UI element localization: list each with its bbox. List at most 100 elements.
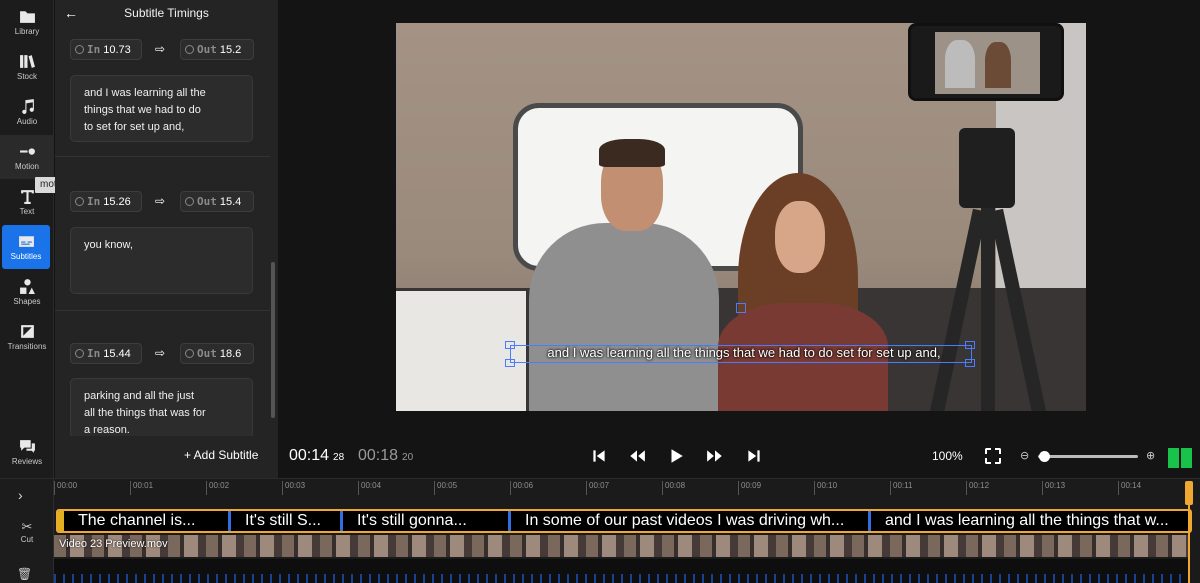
rail-item-audio[interactable]: Audio [0,90,54,134]
subtitle-track[interactable]: The channel is... It's still S... It's sti… [56,509,1192,533]
in-time-field[interactable]: In 15.44 [70,343,142,364]
rail-item-reviews[interactable]: Reviews [0,430,54,474]
ruler-tick: 00:07 [586,481,609,495]
transport-bar: 00:14 28 00:18 20 100% ⊖ ⊕ [278,436,1200,476]
subtitle-clip[interactable]: In some of our past videos I was driving… [508,511,868,531]
folder-icon [19,11,35,23]
subtitle-clip[interactable]: and I was learning all the things that w… [868,511,1190,531]
preview-counter [396,291,526,411]
clock-icon [185,349,194,358]
rail-item-label: Library [14,27,40,36]
trash-icon[interactable]: 🗑 [17,567,32,581]
current-timecode: 00:14 28 [289,447,344,465]
ruler-tick: 00:12 [966,481,989,495]
chat-bubbles-icon [19,440,35,453]
subtitle-text-field[interactable]: parking and all the just all the things … [70,378,253,436]
subtitle-clip[interactable]: It's still gonna... [340,511,508,531]
subtitle-entry: In 10.73 ⇨ Out 15.2 and I was learning a… [55,26,270,157]
arrow-right-icon: ⇨ [155,42,166,56]
back-arrow-icon[interactable]: ← [63,5,79,21]
ruler-tick: 00:03 [282,481,305,495]
current-time: 00:14 [289,447,330,464]
rail-item-transitions[interactable]: Transitions [0,315,54,359]
ruler-tick: 00:10 [814,481,837,495]
ruler-tick: 00:04 [358,481,381,495]
timeline-zoom-slider[interactable]: ⊖ ⊕ [1020,448,1160,464]
current-frames: 28 [333,452,345,463]
out-label: Out [197,195,217,208]
rail-item-subtitles[interactable]: Subtitles [2,225,50,269]
timeline-toolbar: › ✂ Cut 🗑 [0,479,54,583]
subtitle-text-field[interactable]: you know, [70,227,253,294]
zoom-out-icon[interactable]: ⊖ [1020,449,1029,462]
video-clip-label: Video 23 Preview.mov [59,538,168,550]
shapes-icon [19,279,35,294]
rewind-button[interactable] [628,447,646,465]
add-subtitle-button[interactable]: + Add Subtitle [184,448,258,462]
play-button[interactable] [667,447,685,465]
caption-text[interactable]: and I was learning all the things that w… [514,345,974,360]
total-frames: 20 [402,452,414,463]
music-note-icon [21,99,34,114]
zoom-knob[interactable] [1039,451,1050,462]
playhead-handle[interactable] [1185,481,1193,505]
timeline-ruler[interactable]: 00:00 00:01 00:02 00:03 00:04 00:05 00:06 00:07… [54,479,1200,503]
subtitle-clip[interactable]: The channel is... [58,511,228,531]
audio-track[interactable] [54,559,1190,583]
skip-start-button[interactable] [590,447,608,465]
subtitle-list: In 10.73 ⇨ Out 15.2 and I was learning a… [55,26,270,436]
rotate-handle[interactable] [736,303,746,313]
subtitle-entry: In 15.44 ⇨ Out 18.6 parking and all the … [55,311,270,436]
fast-forward-icon [707,450,722,462]
in-time-field[interactable]: In 10.73 [70,39,142,60]
rail-item-shapes[interactable]: Shapes [0,270,54,314]
rail-item-motion[interactable]: Motion [0,135,54,179]
resize-handle[interactable] [505,359,515,367]
rail-item-library[interactable]: Library [0,0,54,44]
arrow-right-icon: ⇨ [155,194,166,208]
transitions-icon [20,325,34,338]
video-thumbnails [54,535,1190,557]
fast-forward-button[interactable] [706,447,724,465]
timeline: › ✂ Cut 🗑 00:00 00:01 00:02 00:03 00:04 00:05… [0,478,1200,583]
rail-item-label: Transitions [7,342,47,351]
rail-item-label: Stock [16,72,37,81]
motion-icon [19,148,35,155]
in-label: In [87,43,101,56]
skip-end-button[interactable] [745,447,763,465]
ruler-tick: 00:05 [434,481,457,495]
total-time: 00:18 [358,447,399,464]
preview-person-woman [713,173,893,411]
clock-icon [185,197,194,206]
chevron-right-icon[interactable]: › [18,487,23,503]
preview-tripod [929,118,1047,411]
text-icon [20,190,34,204]
audio-waveform [54,574,1190,583]
rail-item-label: Audio [16,117,38,126]
subtitle-clip[interactable]: It's still S... [228,511,340,531]
out-time-field[interactable]: Out 15.4 [180,191,254,212]
out-time-field[interactable]: Out 18.6 [180,343,254,364]
preview-person-man [529,139,719,411]
resize-handle[interactable] [965,359,975,367]
playhead[interactable] [1188,505,1190,583]
video-preview[interactable]: and I was learning all the things that w… [396,23,1086,411]
ruler-tick: 00:00 [54,481,77,495]
in-time-field[interactable]: In 15.26 [70,191,142,212]
ruler-tick: 00:02 [206,481,229,495]
cut-button[interactable]: ✂ Cut [8,519,46,551]
cut-label: Cut [20,535,34,544]
arrow-right-icon: ⇨ [155,346,166,360]
video-track[interactable]: Video 23 Preview.mov [54,535,1190,557]
zoom-in-icon[interactable]: ⊕ [1146,449,1155,462]
fullscreen-icon[interactable] [985,448,1001,464]
subtitle-text-field[interactable]: and I was learning all the things that w… [70,75,253,142]
rail-item-stock[interactable]: Stock [0,45,54,89]
out-time-field[interactable]: Out 15.2 [180,39,254,60]
zoom-percentage[interactable]: 100% [932,449,963,463]
scissors-icon: ✂ [21,519,33,534]
in-value: 15.26 [103,195,131,208]
skip-end-icon [748,450,760,462]
panel-scrollbar[interactable] [271,262,275,418]
skip-start-icon [593,450,605,462]
